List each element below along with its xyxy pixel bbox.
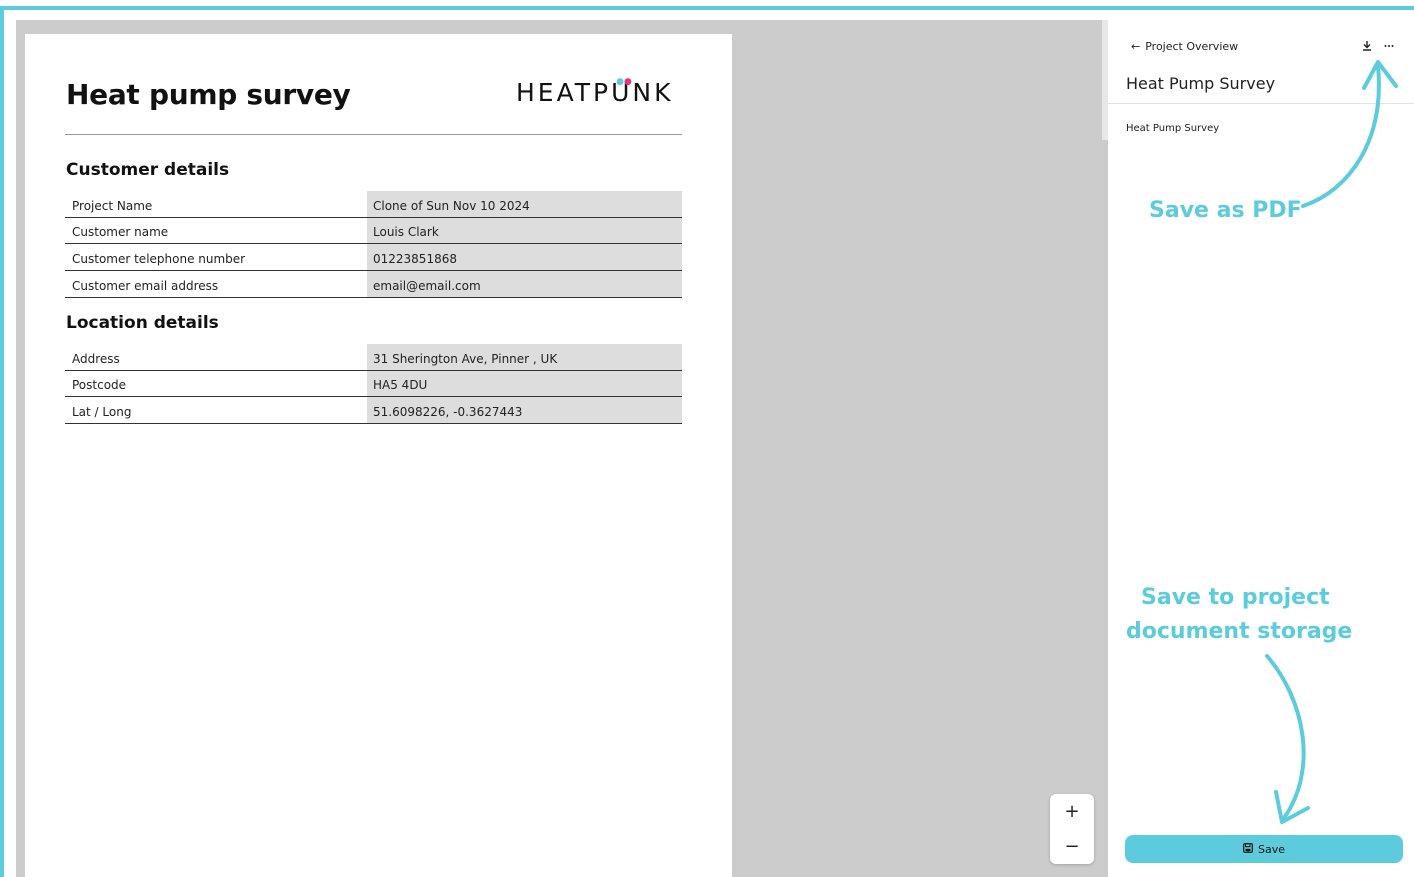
arrow-to-save-button: [1265, 654, 1306, 820]
floppy-disk-icon: [1243, 842, 1253, 856]
annotation-arrows: [1265, 60, 1398, 824]
save-button[interactable]: Save: [1125, 835, 1403, 863]
save-button-label: Save: [1257, 842, 1285, 856]
arrow-to-download-icon: [1301, 64, 1381, 208]
